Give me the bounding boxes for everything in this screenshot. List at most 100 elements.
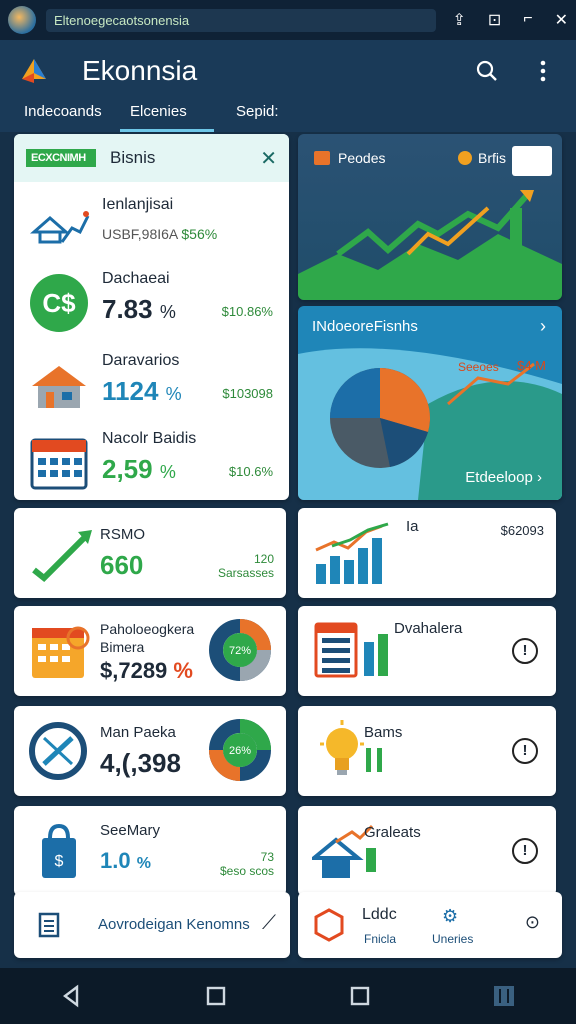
metric-value: 1124 <box>102 376 159 406</box>
tile-value: 660 <box>100 550 144 580</box>
list-item[interactable]: Daravarios 1124 % $103098 <box>14 346 289 424</box>
tile-card[interactable]: Man Paeka 4,(,398 26% <box>14 706 286 796</box>
tile-value: 4,(,398 <box>100 748 181 778</box>
tile-value: 1.0 <box>100 848 131 873</box>
tab-active[interactable]: Elcenies <box>120 102 214 132</box>
tile-label: Paholoeogkera Bimera <box>100 621 195 655</box>
footer-label: Etdeeloop <box>465 469 533 486</box>
tile-card[interactable]: Graleats ! <box>298 806 556 896</box>
apps-icon[interactable] <box>491 983 517 1009</box>
bottom-sub-2: Uneries <box>432 932 474 946</box>
tile-label: Bams <box>364 724 403 741</box>
mini-bars <box>366 748 382 772</box>
briefcase-icon <box>314 151 330 165</box>
info-icon[interactable]: ! <box>512 638 538 664</box>
bottom-label: Aovrodeigan Kenomns <box>98 916 250 933</box>
status-bar: Eltenoegecaotsonensia ⇪ ⊡ ⌐ ✕ <box>0 0 576 40</box>
footer-link[interactable]: Etdeeloop › <box>465 469 542 486</box>
chevron-right-icon[interactable]: › <box>540 316 546 337</box>
tab-bar: Indecoands Elcenies Sepid: <box>0 102 576 132</box>
house-icon <box>32 366 86 408</box>
tile-card[interactable]: Paholoeogkera Bimera $,7289 % 72% <box>14 606 286 696</box>
svg-text:$: $ <box>55 853 64 870</box>
tile-unit: % <box>136 855 151 872</box>
coins-icon <box>458 151 472 165</box>
metric-label: Nacolr Baidis <box>102 430 197 447</box>
tile-card[interactable]: Bams ! <box>298 706 556 796</box>
lock-icon[interactable]: ⊙ <box>525 912 540 933</box>
search-icon[interactable] <box>474 58 500 84</box>
recents-icon[interactable] <box>347 983 373 1009</box>
tile-label: SeeMary <box>100 822 161 839</box>
close-icon[interactable]: ✕ <box>555 10 568 30</box>
trend-banner[interactable]: Peodes Brfis <box>298 134 562 300</box>
metric-accent: $56% <box>181 226 218 242</box>
pie-overview-card[interactable]: INdoeoreFisnhs › Seeoes $4 M Etdeeloop › <box>298 306 562 500</box>
camera-badge-icon[interactable] <box>512 146 552 176</box>
bar-chart-up-icon <box>315 522 389 584</box>
donut-label: 72% <box>229 645 251 657</box>
address-bar[interactable]: Eltenoegecaotsonensia <box>46 8 436 32</box>
tile-card[interactable]: Dvahalera ! <box>298 606 556 696</box>
crop-icon[interactable]: ⊡ <box>488 10 501 30</box>
tab-overview[interactable]: Indecoands <box>14 102 110 132</box>
back-icon[interactable] <box>59 983 85 1009</box>
tile-card[interactable]: Ia $62093 <box>298 508 556 598</box>
tile-value: $,7289 <box>100 658 168 683</box>
metric-value: USBF,98I6A <box>102 226 178 242</box>
tile-card[interactable]: $ SeeMary 1.0 % 73 $eso scos <box>14 806 286 896</box>
card-header: ECXCNIMH Bisnis ✕ <box>14 134 289 182</box>
info-icon[interactable]: ! <box>512 838 538 864</box>
metric-side: $103098 <box>222 386 273 401</box>
list-item[interactable]: Nacolr Baidis 2,59 % $10.6% <box>14 424 289 500</box>
metric-side: $10.86% <box>221 304 273 319</box>
calendar-icon <box>30 438 88 490</box>
tile-note-top: 73 <box>260 850 274 864</box>
trend-arrow-icon <box>32 530 92 583</box>
status-icons: ⇪ ⊡ ⌐ ✕ <box>452 10 568 30</box>
donut-label: 26% <box>229 745 251 757</box>
banner-label-2: Brfis <box>478 150 506 166</box>
bottom-action-card[interactable]: Aovrodeigan Kenomns ⟋ <box>14 892 290 958</box>
list-item[interactable]: Ienlanjisai USBF,98I6A $56% <box>14 190 289 268</box>
more-vert-icon[interactable] <box>530 58 556 84</box>
dollar-coin-icon: C$ <box>30 274 88 332</box>
info-icon[interactable]: ! <box>512 738 538 764</box>
tile-label: Man Paeka <box>100 724 176 741</box>
metric-unit: % <box>159 462 176 482</box>
gear-icon[interactable]: ⚙ <box>442 906 458 927</box>
share-icon[interactable]: ⇪ <box>452 10 465 30</box>
metric-label: Dachaeai <box>102 270 170 287</box>
series-a-label: Seeoes <box>458 360 499 374</box>
metric-label: Daravarios <box>102 352 180 369</box>
list-item[interactable]: C$ Dachaeai 7.83 % $10.86% <box>14 264 289 342</box>
mini-bar <box>366 848 376 872</box>
card-title: Bisnis <box>110 148 156 167</box>
banner-label: Peodes <box>338 150 386 166</box>
edit-icon[interactable]: ⟋ <box>262 912 276 935</box>
bottom-label: Lddc <box>362 906 397 923</box>
tile-label: Dvahalera <box>394 620 463 637</box>
tile-note: $eso scos <box>219 864 274 878</box>
bottom-action-card[interactable]: Lddc Fnicla ⚙ Uneries ⊙ <box>298 892 562 958</box>
tile-label: RSMO <box>100 526 145 543</box>
minimize-icon[interactable]: ⌐ <box>523 10 532 30</box>
metric-value: 7.83 <box>102 294 153 324</box>
tile-label: Graleats <box>364 824 421 841</box>
tile-card[interactable]: RSMO 660 120 Sarsasses <box>14 508 286 598</box>
tile-note-top: 120 <box>253 552 274 566</box>
donut-chart: 26% <box>209 719 271 781</box>
card-title: INdoeoreFisnhs <box>312 318 418 335</box>
home-icon[interactable] <box>203 983 229 1009</box>
system-nav-bar <box>0 968 576 1024</box>
metric-unit: % <box>165 384 182 404</box>
tab-third[interactable]: Sepid: <box>226 102 322 132</box>
hexagon-icon <box>314 908 344 942</box>
avatar[interactable] <box>8 6 36 34</box>
close-icon[interactable]: ✕ <box>260 146 277 171</box>
svg-text:C$: C$ <box>42 288 76 318</box>
app-title: Ekonnsia <box>82 55 198 86</box>
compass-icon <box>29 722 87 780</box>
document-icon <box>38 912 60 938</box>
app-logo-icon <box>22 59 46 83</box>
